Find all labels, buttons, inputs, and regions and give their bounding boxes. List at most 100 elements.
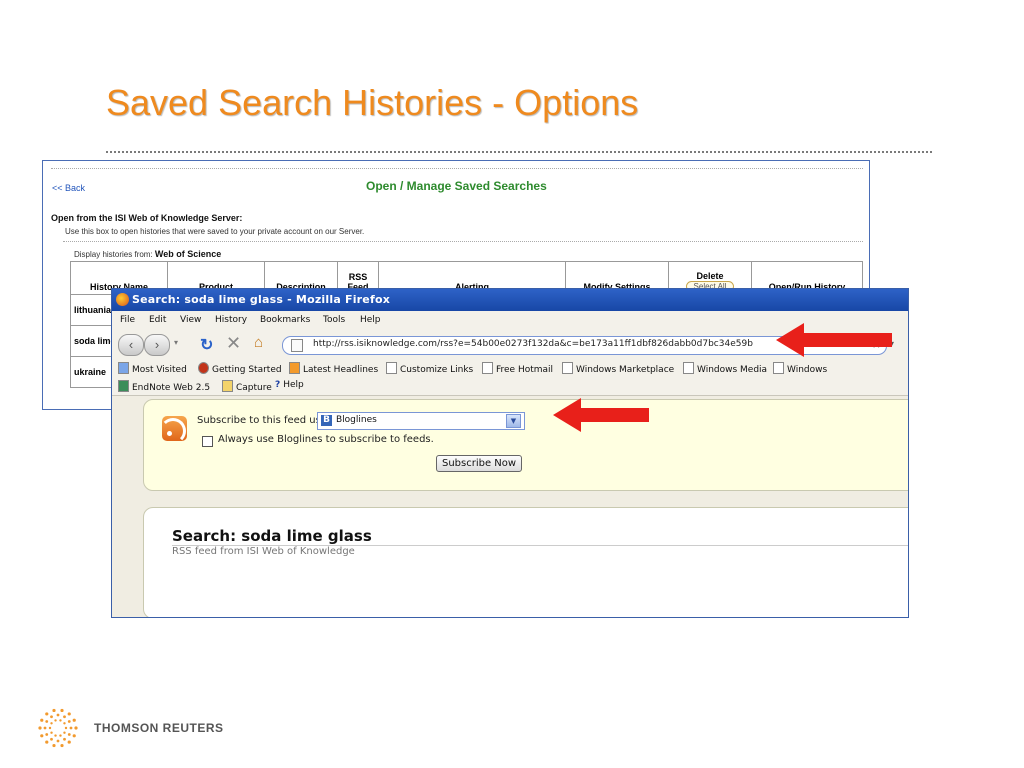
back-link[interactable]: << Back	[52, 183, 85, 193]
bookmark-capture[interactable]: Capture	[222, 380, 272, 393]
logo-dot	[63, 731, 66, 734]
subscribe-panel: Subscribe to this feed using B Bloglines…	[143, 399, 908, 491]
feed-preview: Search: soda lime glass RSS feed from IS…	[143, 507, 908, 617]
help-icon: ?	[275, 380, 281, 390]
logo-dot	[43, 726, 47, 730]
logo-dot	[54, 734, 57, 737]
logo-dot	[59, 734, 62, 737]
titlebar: Search: soda lime glass - Mozilla Firefo…	[112, 289, 908, 311]
page-icon	[291, 339, 303, 352]
logo-dot	[54, 719, 57, 722]
bookmarks-toolbar-2: EndNote Web 2.5 Capture ? Help	[112, 377, 908, 396]
forward-arrow-icon[interactable]: ›	[144, 334, 170, 356]
logo-dot	[56, 739, 60, 743]
logo-dot	[50, 731, 53, 734]
menu-help[interactable]: Help	[360, 315, 381, 325]
firefox-bookmark-icon	[198, 362, 209, 374]
use-box-hint: Use this box to open histories that were…	[65, 227, 365, 236]
bookmark-customize-links[interactable]: Customize Links	[386, 362, 473, 375]
feed-reader-select[interactable]: B Bloglines ▼	[317, 412, 525, 430]
logo-dot	[64, 726, 68, 730]
top-divider	[51, 168, 863, 169]
bookmark-free-hotmail[interactable]: Free Hotmail	[482, 362, 553, 375]
logo-dot	[38, 726, 42, 730]
menu-edit[interactable]: Edit	[149, 315, 166, 325]
subscribe-label: Subscribe to this feed using	[197, 415, 337, 426]
thomson-reuters-logo-icon	[38, 708, 78, 748]
bookmark-windows-media[interactable]: Windows Media	[683, 362, 767, 375]
menu-history[interactable]: History	[215, 315, 247, 325]
always-use-checkbox[interactable]	[202, 436, 213, 447]
red-arrow-select	[553, 398, 649, 432]
back-arrow-icon[interactable]: ‹	[118, 334, 144, 356]
logo-dot	[67, 733, 71, 736]
logo-dot	[67, 720, 71, 723]
always-use-label: Always use Bloglines to subscribe to fee…	[218, 434, 434, 445]
red-arrow-url	[776, 323, 892, 357]
logo-dot	[60, 743, 64, 748]
logo-dot	[50, 737, 53, 741]
menu-tools[interactable]: Tools	[323, 315, 345, 325]
bookmark-most-visited[interactable]: Most Visited	[118, 362, 187, 375]
url-text: http://rss.isiknowledge.com/rss?e=54b00e…	[313, 339, 753, 349]
arrow-shape	[553, 398, 649, 432]
menu-bookmarks[interactable]: Bookmarks	[260, 315, 310, 325]
menu-view[interactable]: View	[180, 315, 201, 325]
stop-icon[interactable]: ✕	[226, 333, 241, 354]
subscribe-now-button[interactable]: Subscribe Now	[436, 455, 523, 472]
bloglines-icon: B	[321, 415, 332, 426]
feed-subtitle: RSS feed from ISI Web of Knowledge	[172, 546, 355, 557]
bookmark-getting-started[interactable]: Getting Started	[198, 362, 282, 375]
bookmark-latest-headlines[interactable]: Latest Headlines	[289, 362, 378, 375]
open-from-label: Open from the ISI Web of Knowledge Serve…	[51, 213, 243, 223]
menu-file[interactable]: File	[120, 315, 135, 325]
logo-dot	[74, 726, 78, 730]
display-from-label: Display histories from:	[74, 250, 153, 259]
logo-dot	[40, 718, 44, 722]
logo-dot	[50, 715, 53, 719]
logo-dot	[48, 726, 52, 730]
logo-dot	[72, 718, 76, 722]
page-icon	[562, 362, 573, 374]
window-title: Search: soda lime glass - Mozilla Firefo…	[132, 293, 390, 306]
history-dropdown-icon[interactable]: ▾	[174, 338, 178, 347]
page-icon	[386, 362, 397, 374]
bookmarks-toolbar: Most Visited Getting Started Latest Head…	[112, 359, 908, 377]
reload-icon[interactable]: ↻	[200, 335, 213, 355]
footer-logo-text: THOMSON REUTERS	[94, 721, 224, 735]
slide-title: Saved Search Histories - Options	[106, 82, 639, 123]
logo-dot	[52, 708, 56, 713]
bookmark-help[interactable]: ? Help	[275, 380, 304, 390]
logo-dot	[45, 720, 49, 723]
logo-dot	[60, 708, 64, 713]
logo-dot	[63, 715, 66, 719]
logo-dot	[63, 737, 66, 741]
logo-dot	[45, 740, 49, 744]
logo-dot	[40, 734, 44, 738]
page-heading: Open / Manage Saved Searches	[366, 179, 547, 193]
page-icon	[773, 362, 784, 374]
logo-dot	[67, 740, 71, 744]
logo-dot	[63, 722, 66, 725]
page-icon	[683, 362, 694, 374]
bookmark-endnote-web[interactable]: EndNote Web 2.5	[118, 380, 210, 393]
page-content: Subscribe to this feed using B Bloglines…	[112, 396, 908, 617]
section-divider	[63, 241, 863, 242]
feed-title: Search: soda lime glass	[172, 527, 372, 545]
logo-dot	[67, 712, 71, 716]
endnote-icon	[118, 380, 129, 392]
chevron-down-icon[interactable]: ▼	[506, 414, 521, 428]
rss-feed-icon	[160, 416, 187, 444]
home-icon[interactable]: ⌂	[254, 334, 263, 351]
arrow-shape	[776, 323, 892, 357]
dotted-divider	[106, 151, 932, 153]
logo-dot	[52, 743, 56, 748]
logo-dot	[72, 734, 76, 738]
display-from-value: Web of Science	[154, 249, 222, 259]
rss-icon	[289, 362, 300, 374]
bookmark-windows[interactable]: Windows	[773, 362, 827, 375]
logo-dot	[50, 722, 53, 725]
display-from-row: Display histories from: Web of Science	[74, 249, 221, 259]
bookmark-windows-marketplace[interactable]: Windows Marketplace	[562, 362, 674, 375]
firefox-icon	[116, 293, 129, 306]
